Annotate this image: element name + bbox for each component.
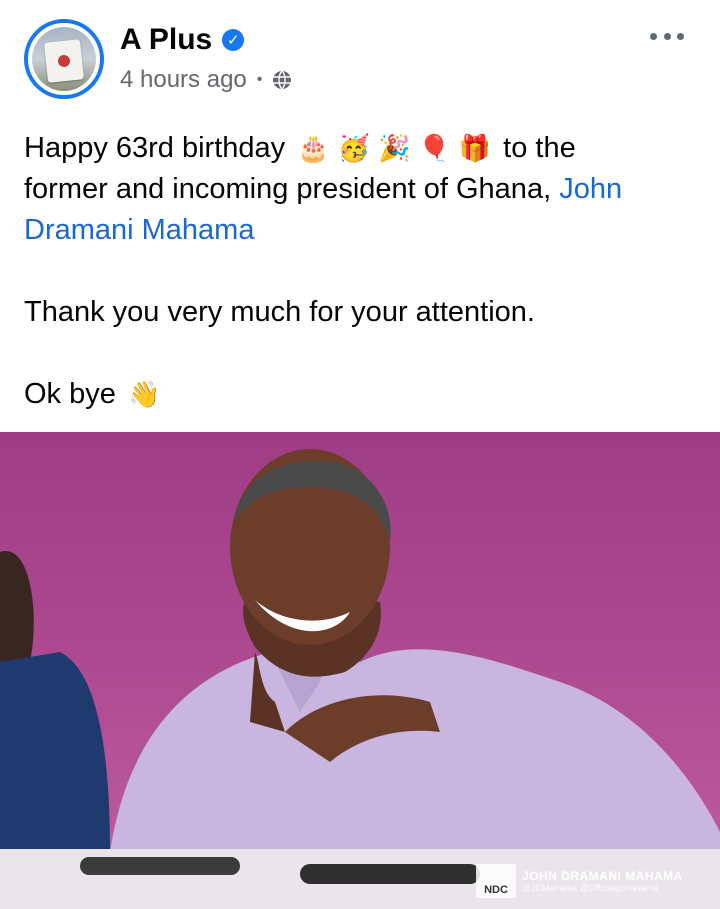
waving-hand-emoji: 👋 (127, 379, 161, 409)
post-bye: Ok bye 👋 (24, 378, 161, 410)
post-timestamp[interactable]: 4 hours ago (120, 66, 247, 94)
post-photo[interactable]: NDC JOHN DRAMANI MAHAMA @JDMahama @Offic… (0, 432, 720, 909)
post-header: A Plus ✓ 4 hours ago • (0, 0, 720, 110)
post-line-3: Dramani Mahama (24, 210, 704, 251)
post-line-2: former and incoming president of Ghana, … (24, 173, 623, 205)
party-face-emoji: 🥳 (337, 133, 370, 163)
gift-emoji: 🎁 (458, 133, 492, 163)
post-line-1: Happy 63rd birthday 🎂 🥳 🎉 🎈 🎁 to the (24, 132, 576, 164)
balloon-emoji: 🎈 (418, 133, 451, 163)
mention-link-part1[interactable]: John (559, 173, 622, 205)
page-avatar[interactable] (24, 19, 104, 99)
more-options-icon[interactable] (650, 26, 684, 46)
post-thanks: Thank you very much for your attention. (24, 296, 535, 328)
post-meta: 4 hours ago • (120, 66, 292, 94)
photo-watermark: NDC JOHN DRAMANI MAHAMA @JDMahama @Offic… (476, 864, 704, 898)
verified-badge-icon: ✓ (222, 29, 245, 51)
page-name-row: A Plus ✓ (120, 22, 245, 58)
mention-link-part2[interactable]: Dramani Mahama (24, 214, 254, 246)
ndc-logo: NDC (476, 864, 516, 898)
watermark-title: JOHN DRAMANI MAHAMA (522, 869, 683, 883)
watermark-handles: @JDMahama @Officialjdmahama (522, 883, 659, 893)
globe-icon (273, 70, 292, 90)
party-popper-emoji: 🎉 (377, 133, 411, 163)
post-text: Happy 63rd birthday 🎂 🥳 🎉 🎈 🎁 to the former … (24, 128, 704, 415)
meta-separator: • (256, 71, 263, 88)
page-name[interactable]: A Plus (120, 22, 212, 58)
avatar-image (44, 39, 84, 83)
birthday-cake-emoji: 🎂 (297, 133, 330, 163)
photo-illustration (0, 449, 720, 909)
